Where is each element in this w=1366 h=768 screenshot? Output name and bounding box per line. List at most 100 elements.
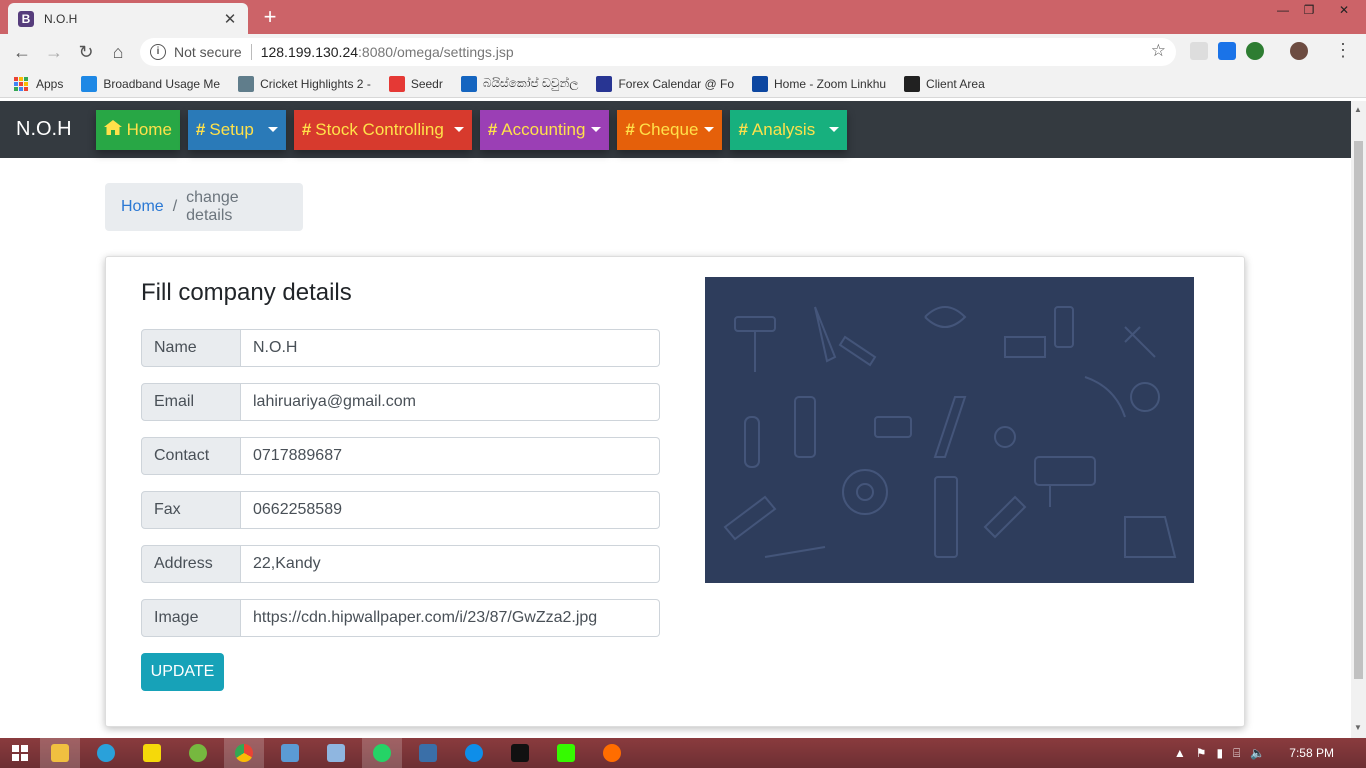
start-button[interactable] — [0, 738, 40, 768]
address-bar[interactable]: i Not secure 128.199.130.24:8080/omega/s… — [140, 38, 1176, 66]
bookmark-label: Client Area — [926, 76, 985, 91]
dreamweaver-icon — [557, 744, 575, 762]
info-icon[interactable]: i — [150, 44, 166, 60]
image-label: Image — [141, 599, 241, 637]
bookmark-seedr[interactable]: Seedr — [388, 75, 443, 92]
scroll-up-arrow-icon[interactable]: ▲ — [1354, 105, 1362, 114]
taskbar-chrome[interactable] — [224, 738, 264, 768]
extension-globe-icon[interactable] — [1246, 42, 1264, 60]
address-input[interactable] — [241, 545, 660, 583]
taskbar-whatsapp[interactable] — [362, 738, 402, 768]
minimize-icon[interactable]: — — [1270, 0, 1296, 20]
contact-input[interactable] — [241, 437, 660, 475]
tools-pattern-image — [705, 277, 1194, 583]
bookmark-bioscope[interactable]: බයිස්කෝප් ඩවුන්ල — [460, 75, 578, 92]
name-label: Name — [141, 329, 241, 367]
cube-icon — [281, 744, 299, 762]
nav-stock-controlling[interactable]: # Stock Controlling — [293, 109, 472, 150]
show-hidden-icons-icon[interactable]: ▲ — [1174, 746, 1186, 760]
bookmarks-bar: Apps Broadband Usage Me Cricket Highligh… — [0, 70, 1366, 98]
fax-field-group: Fax — [141, 491, 660, 529]
nav-accounting[interactable]: # Accounting — [479, 109, 610, 150]
profile-avatar[interactable] — [1290, 42, 1308, 60]
analytics-icon — [603, 744, 621, 762]
cricket-icon — [238, 75, 255, 92]
company-details-card: Fill company details Name Email Contact … — [105, 256, 1245, 727]
bookmark-broadband[interactable]: Broadband Usage Me — [81, 75, 220, 92]
forward-arrow-icon[interactable]: → — [42, 40, 66, 64]
taskbar-virtualbox[interactable] — [270, 738, 310, 768]
bolt-icon — [419, 744, 437, 762]
taskbar-teamviewer[interactable] — [454, 738, 494, 768]
navbar-brand[interactable]: N.O.H — [16, 118, 72, 141]
extension-bus-icon[interactable] — [1218, 42, 1236, 60]
bookmark-star-icon[interactable]: ☆ — [1151, 41, 1166, 61]
extension-cube-icon[interactable] — [1190, 42, 1208, 60]
taskbar-media[interactable] — [132, 738, 172, 768]
folder-icon — [51, 744, 69, 762]
taskbar-analytics[interactable] — [592, 738, 632, 768]
bookmark-label: Cricket Highlights 2 - — [260, 76, 371, 91]
name-field-group: Name — [141, 329, 660, 367]
browser-tab[interactable]: B N.O.H ✕ — [8, 3, 248, 34]
flag-icon[interactable]: ⚑ — [1196, 746, 1207, 760]
contact-field-group: Contact — [141, 437, 660, 475]
fax-input[interactable] — [241, 491, 660, 529]
chevron-down-icon — [453, 127, 464, 132]
scroll-down-arrow-icon[interactable]: ▼ — [1354, 723, 1362, 732]
close-tab-icon[interactable]: ✕ — [222, 10, 238, 28]
nav-analysis[interactable]: # Analysis — [730, 109, 848, 150]
image-url-input[interactable] — [241, 599, 660, 637]
taskbar-nvidia[interactable] — [500, 738, 540, 768]
clock[interactable]: 7:58 PM — [1289, 746, 1334, 760]
hash-icon: # — [487, 119, 498, 139]
volume-icon[interactable]: 🔈 — [1250, 746, 1265, 760]
back-arrow-icon[interactable]: ← — [10, 40, 34, 64]
update-button[interactable]: UPDATE — [141, 653, 224, 691]
bookmark-cricket[interactable]: Cricket Highlights 2 - — [238, 75, 371, 92]
bookmark-zoom[interactable]: Home - Zoom Linkhu — [752, 75, 886, 92]
name-input[interactable] — [241, 329, 660, 367]
page-scrollbar[interactable]: ▲ ▼ — [1351, 101, 1366, 738]
bootstrap-favicon-icon: B — [18, 10, 34, 27]
bookmark-apps[interactable]: Apps — [14, 76, 63, 91]
taskbar-utorrent[interactable] — [178, 738, 218, 768]
bookmark-label: Seedr — [410, 76, 443, 91]
apps-grid-icon — [14, 76, 28, 91]
bookmark-client-area[interactable]: Client Area — [904, 75, 985, 92]
breadcrumb-home-link[interactable]: Home — [121, 198, 164, 216]
reload-icon[interactable]: ↻ — [74, 40, 98, 64]
breadcrumb: Home / change details — [105, 183, 303, 231]
nav-cheque[interactable]: # Cheque — [617, 109, 723, 150]
restore-icon[interactable]: ❐ — [1296, 0, 1322, 20]
address-label: Address — [141, 545, 241, 583]
scrollbar-thumb[interactable] — [1354, 141, 1363, 679]
taskbar-dreamweaver[interactable] — [546, 738, 586, 768]
bookmark-forex[interactable]: Forex Calendar @ Fo — [596, 75, 734, 92]
nav-home[interactable]: Home — [95, 109, 180, 150]
nav-setup[interactable]: # Setup — [187, 109, 286, 150]
browser-menu-icon[interactable]: ⋮ — [1334, 40, 1352, 61]
email-field-group: Email — [141, 383, 660, 421]
form-title: Fill company details — [141, 279, 352, 306]
chevron-down-icon — [591, 127, 602, 132]
windows-logo-icon — [12, 745, 28, 761]
address-field-group: Address — [141, 545, 660, 583]
top-navbar: N.O.H Home # Setup # Stock Controlling #… — [0, 101, 1351, 158]
fax-label: Fax — [141, 491, 241, 529]
taskbar-telegram[interactable] — [86, 738, 126, 768]
network-icon[interactable]: ⌸ — [1233, 746, 1240, 761]
taskbar-file-explorer[interactable] — [40, 738, 80, 768]
home-browser-icon[interactable]: ⌂ — [106, 40, 130, 64]
email-input[interactable] — [241, 383, 660, 421]
close-window-icon[interactable]: ✕ — [1322, 0, 1366, 20]
new-tab-button[interactable]: + — [258, 5, 282, 29]
hash-icon: # — [625, 119, 635, 139]
system-tray: ▲ ⚑ ▮ ⌸ 🔈 7:58 PM — [1174, 738, 1356, 768]
nvidia-icon — [511, 744, 529, 762]
battery-icon[interactable]: ▮ — [1217, 746, 1224, 760]
taskbar-app-bolt[interactable] — [408, 738, 448, 768]
chevron-down-icon — [829, 127, 840, 132]
bookmark-label: Forex Calendar @ Fo — [618, 76, 734, 91]
taskbar-virtualbox-2[interactable] — [316, 738, 356, 768]
